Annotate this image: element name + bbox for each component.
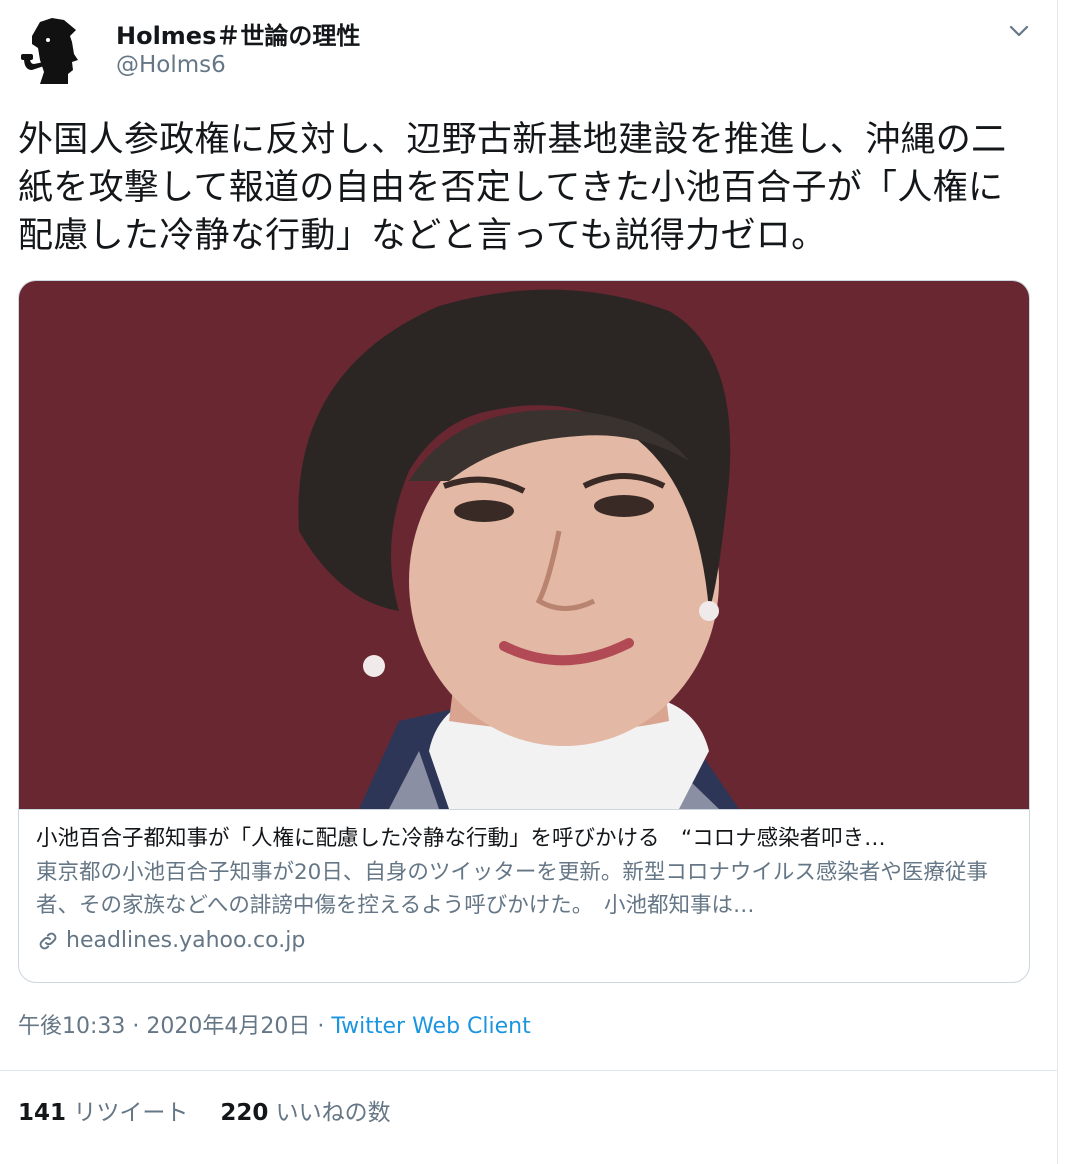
- tweet-date[interactable]: 2020年4月20日: [146, 1014, 310, 1039]
- chevron-down-icon[interactable]: [1004, 16, 1034, 46]
- scrollbar[interactable]: [1057, 0, 1080, 1164]
- tweet-text: 外国人参政権に反対し、辺野古新基地建設を推進し、沖縄の二紙を攻撃して報道の自由を…: [18, 120, 1007, 256]
- card-description: 東京都の小池百合子知事が20日、自身のツイッターを更新。新型コロナウイルス感染者…: [36, 860, 988, 918]
- author-display-name[interactable]: Holmes＃世論の理性: [116, 16, 360, 51]
- tweet-time[interactable]: 午後10:33: [18, 1014, 125, 1039]
- card-domain-text: headlines.yahoo.co.jp: [66, 928, 306, 953]
- retweets-stat[interactable]: 141 リツイート: [18, 1100, 188, 1126]
- meta-separator: ·: [310, 1014, 332, 1039]
- tweet-stats: 141 リツイート 220 いいねの数: [18, 1093, 391, 1127]
- card-title[interactable]: 小池百合子都知事が「人権に配慮した冷静な行動」を呼びかける “コロナ感染者叩き…: [36, 824, 1013, 854]
- author-handle[interactable]: @Holms6: [116, 52, 226, 78]
- meta-separator: ·: [125, 1014, 147, 1039]
- tweet-source-link[interactable]: Twitter Web Client: [331, 1014, 530, 1039]
- sherlock-silhouette-icon: [21, 18, 78, 84]
- likes-label: いいねの数: [275, 1100, 391, 1126]
- likes-stat[interactable]: 220 いいねの数: [220, 1100, 390, 1126]
- link-card[interactable]: 小池百合子都知事が「人権に配慮した冷静な行動」を呼びかける “コロナ感染者叩き……: [18, 280, 1030, 983]
- tweet: Holmes＃世論の理性 @Holms6 外国人参政権に反対し、辺野古新基地建設…: [0, 0, 1057, 1164]
- card-domain[interactable]: headlines.yahoo.co.jp: [36, 924, 1013, 958]
- card-image[interactable]: [19, 281, 1030, 809]
- divider: [0, 1070, 1057, 1071]
- avatar[interactable]: [18, 14, 92, 88]
- likes-count: 220: [220, 1100, 269, 1126]
- retweets-count: 141: [18, 1100, 67, 1126]
- card-body[interactable]: 小池百合子都知事が「人権に配慮した冷静な行動」を呼びかける “コロナ感染者叩き……: [19, 809, 1029, 982]
- link-icon: [39, 932, 57, 950]
- retweets-label: リツイート: [73, 1100, 189, 1126]
- tweet-meta: 午後10:33 · 2020年4月20日 · Twitter Web Clien…: [18, 1008, 531, 1040]
